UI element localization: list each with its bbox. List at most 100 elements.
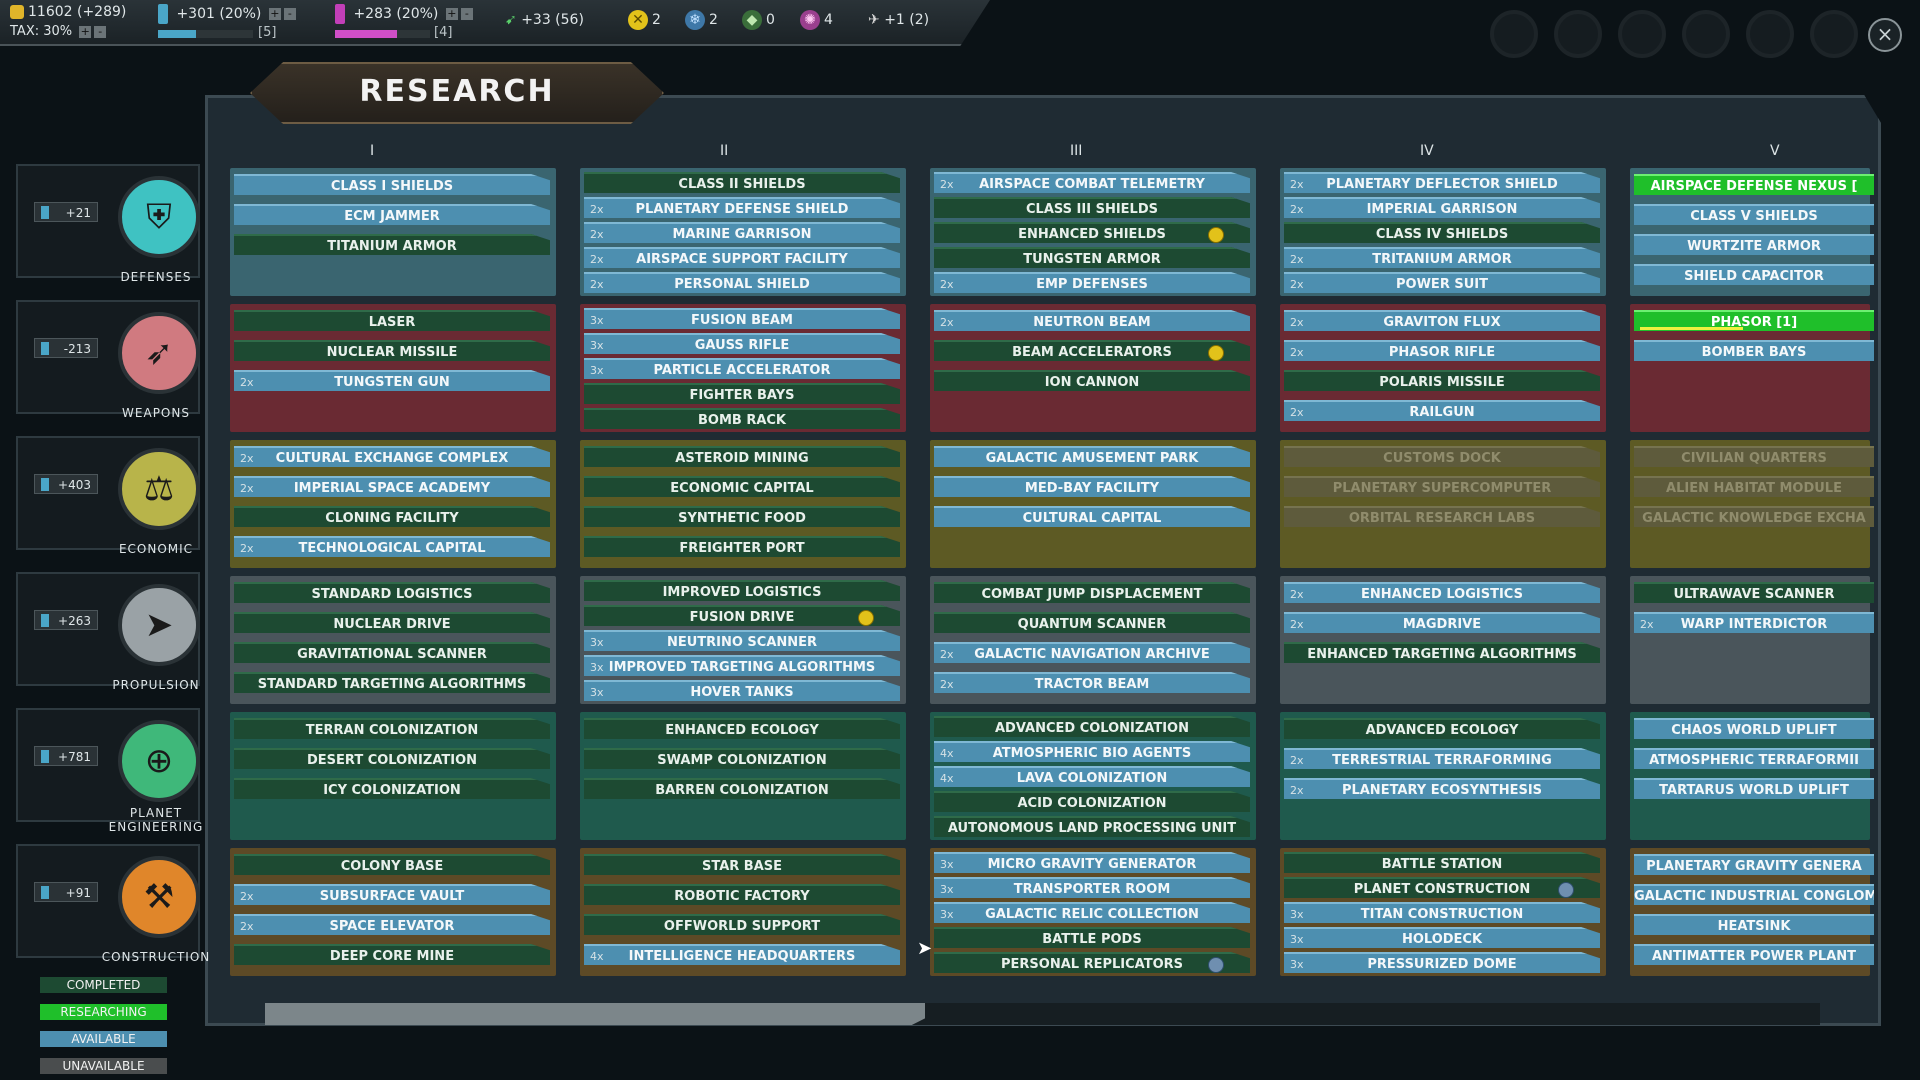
influence-decrease-button[interactable]: - (460, 8, 473, 20)
tech-item[interactable]: 2x IMPERIAL SPACE ACADEMY (234, 476, 550, 497)
tech-item[interactable]: 2x SPACE ELEVATOR (234, 914, 550, 935)
tech-item[interactable]: WURTZITE ARMOR (1634, 234, 1874, 255)
tech-item[interactable]: BOMB RACK (584, 408, 900, 429)
tech-item[interactable]: ASTEROID MINING (584, 446, 900, 467)
close-button[interactable]: × (1868, 18, 1902, 52)
tech-item[interactable]: 2x GRAVITON FLUX (1284, 310, 1600, 331)
tech-item[interactable]: 3x IMPROVED TARGETING ALGORITHMS (584, 655, 900, 676)
tech-item[interactable]: ICY COLONIZATION (234, 778, 550, 799)
tech-item[interactable]: ATMOSPHERIC TERRAFORMII (1634, 748, 1874, 769)
tech-item[interactable]: GALACTIC INDUSTRIAL CONGLOM (1634, 884, 1874, 905)
tech-item[interactable]: DESERT COLONIZATION (234, 748, 550, 769)
tech-item[interactable]: 3x TITAN CONSTRUCTION (1284, 902, 1600, 923)
tech-item[interactable]: TITANIUM ARMOR (234, 234, 550, 255)
tech-item[interactable]: ENHANCED SHIELDS (934, 222, 1250, 243)
tech-item[interactable]: STAR BASE (584, 854, 900, 875)
tech-item[interactable]: CLASS II SHIELDS (584, 172, 900, 193)
category-construction[interactable]: +91 ⚒ CONSTRUCTION (8, 838, 209, 966)
tech-item[interactable]: AUTONOMOUS LAND PROCESSING UNIT (934, 816, 1250, 837)
tech-item[interactable]: 2x EMP DEFENSES (934, 272, 1250, 293)
tech-item[interactable]: 3x PRESSURIZED DOME (1284, 952, 1600, 973)
tech-item[interactable]: 3x GAUSS RIFLE (584, 333, 900, 354)
tech-item[interactable]: 2x GALACTIC NAVIGATION ARCHIVE (934, 642, 1250, 663)
tech-item[interactable]: 4x LAVA COLONIZATION (934, 766, 1250, 787)
tech-item[interactable]: 2x PLANETARY ECOSYNTHESIS (1284, 778, 1600, 799)
tech-item[interactable]: BATTLE STATION (1284, 852, 1600, 873)
tech-item[interactable]: BEAM ACCELERATORS (934, 340, 1250, 361)
tech-item[interactable]: 2x WARP INTERDICTOR (1634, 612, 1874, 633)
tech-item[interactable]: 3x GALACTIC RELIC COLLECTION (934, 902, 1250, 923)
tech-item[interactable]: CLASS V SHIELDS (1634, 204, 1874, 225)
influence-increase-button[interactable]: + (445, 8, 458, 20)
tech-item[interactable]: NUCLEAR DRIVE (234, 612, 550, 633)
category-defenses[interactable]: +21 ⛨ DEFENSES (8, 158, 208, 286)
tech-item[interactable]: PLANET CONSTRUCTION (1284, 877, 1600, 898)
tech-item[interactable]: 2x PHASOR RIFLE (1284, 340, 1600, 361)
tech-item[interactable]: BOMBER BAYS (1634, 340, 1874, 361)
tech-item[interactable]: 2x IMPERIAL GARRISON (1284, 197, 1600, 218)
tech-item[interactable]: CLASS IV SHIELDS (1284, 222, 1600, 243)
tech-item[interactable]: 3x HOLODECK (1284, 927, 1600, 948)
tech-item[interactable]: SWAMP COLONIZATION (584, 748, 900, 769)
tax-increase-button[interactable]: + (79, 25, 92, 38)
tech-item[interactable]: 2x PLANETARY DEFLECTOR SHIELD (1284, 172, 1600, 193)
tech-item[interactable]: 2x TERRESTRIAL TERRAFORMING (1284, 748, 1600, 769)
tech-item[interactable]: MED-BAY FACILITY (934, 476, 1250, 497)
tech-item[interactable]: BATTLE PODS (934, 927, 1250, 948)
tech-item[interactable]: AIRSPACE DEFENSE NEXUS [ (1634, 174, 1874, 195)
tech-item[interactable]: 2x CULTURAL EXCHANGE COMPLEX (234, 446, 550, 467)
tech-item[interactable]: DEEP CORE MINE (234, 944, 550, 965)
tech-item[interactable]: TERRAN COLONIZATION (234, 718, 550, 739)
category-weapons[interactable]: -213 ➶ WEAPONS (8, 294, 208, 422)
tech-item[interactable]: 3x NEUTRINO SCANNER (584, 630, 900, 651)
tax-decrease-button[interactable]: - (94, 25, 107, 38)
category-economic[interactable]: +403 ⚖ ECONOMIC (8, 430, 208, 558)
tech-item[interactable]: 3x TRANSPORTER ROOM (934, 877, 1250, 898)
tech-item[interactable]: PERSONAL REPLICATORS (934, 952, 1250, 973)
menu-icon[interactable] (1618, 10, 1666, 58)
tech-item[interactable]: 3x FUSION BEAM (584, 308, 900, 329)
tech-item[interactable]: GRAVITATIONAL SCANNER (234, 642, 550, 663)
menu-icon[interactable] (1682, 10, 1730, 58)
tech-item[interactable]: PLANETARY GRAVITY GENERA (1634, 854, 1874, 875)
tech-item[interactable]: FREIGHTER PORT (584, 536, 900, 557)
tech-item[interactable]: 2x AIRSPACE COMBAT TELEMETRY (934, 172, 1250, 193)
tech-item[interactable]: BARREN COLONIZATION (584, 778, 900, 799)
research-increase-button[interactable]: + (268, 8, 281, 20)
tech-item[interactable]: 2x NEUTRON BEAM (934, 310, 1250, 331)
tech-item[interactable]: QUANTUM SCANNER (934, 612, 1250, 633)
tech-item[interactable]: SYNTHETIC FOOD (584, 506, 900, 527)
tech-item[interactable]: ROBOTIC FACTORY (584, 884, 900, 905)
tech-item[interactable]: ACID COLONIZATION (934, 791, 1250, 812)
menu-icon[interactable] (1746, 10, 1794, 58)
tech-item[interactable]: 2x SUBSURFACE VAULT (234, 884, 550, 905)
tech-item[interactable]: ADVANCED COLONIZATION (934, 716, 1250, 737)
tech-item[interactable]: 2x PLANETARY DEFENSE SHIELD (584, 197, 900, 218)
tech-item[interactable]: 2x MARINE GARRISON (584, 222, 900, 243)
tech-item[interactable]: 3x HOVER TANKS (584, 680, 900, 701)
tech-item[interactable]: ULTRAWAVE SCANNER (1634, 582, 1874, 603)
category-propulsion[interactable]: +263 ➤ PROPULSION (8, 566, 208, 694)
tech-item[interactable]: FUSION DRIVE (584, 605, 900, 626)
research-decrease-button[interactable]: - (283, 8, 296, 20)
tech-item[interactable]: ANTIMATTER POWER PLANT (1634, 944, 1874, 965)
tech-item[interactable]: 2x TRITANIUM ARMOR (1284, 247, 1600, 268)
tech-item[interactable]: OFFWORLD SUPPORT (584, 914, 900, 935)
tech-item[interactable]: STANDARD TARGETING ALGORITHMS (234, 672, 550, 693)
tech-item[interactable]: ECONOMIC CAPITAL (584, 476, 900, 497)
blue-resource[interactable]: ❄ 2 (685, 10, 718, 30)
tech-item[interactable]: COLONY BASE (234, 854, 550, 875)
tech-item[interactable]: LASER (234, 310, 550, 331)
tech-item[interactable]: 2x TUNGSTEN GUN (234, 370, 550, 391)
tech-item[interactable]: 4x INTELLIGENCE HEADQUARTERS (584, 944, 900, 965)
tech-item[interactable]: IMPROVED LOGISTICS (584, 580, 900, 601)
menu-icon[interactable] (1810, 10, 1858, 58)
tech-item[interactable]: CLONING FACILITY (234, 506, 550, 527)
tech-item[interactable]: CLASS III SHIELDS (934, 197, 1250, 218)
tech-item[interactable]: POLARIS MISSILE (1284, 370, 1600, 391)
tech-item[interactable]: 3x PARTICLE ACCELERATOR (584, 358, 900, 379)
tech-item[interactable]: 4x ATMOSPHERIC BIO AGENTS (934, 741, 1250, 762)
green-resource[interactable]: ◆ 0 (742, 10, 775, 30)
tech-item[interactable]: NUCLEAR MISSILE (234, 340, 550, 361)
tech-item[interactable]: ECM JAMMER (234, 204, 550, 225)
